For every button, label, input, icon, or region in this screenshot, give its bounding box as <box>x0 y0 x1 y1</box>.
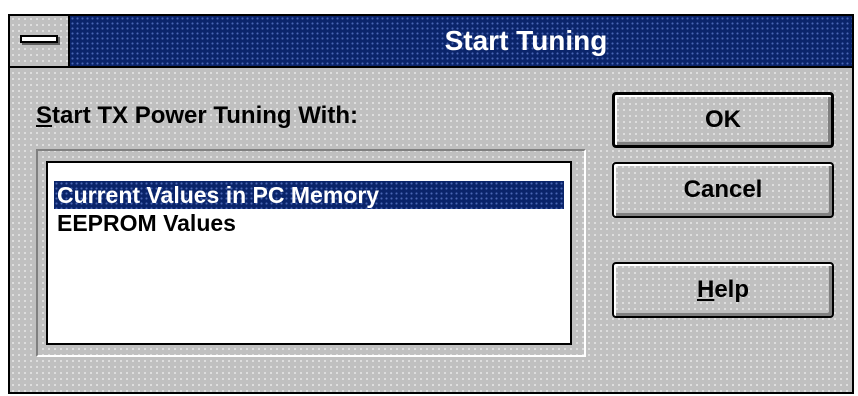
cancel-button[interactable]: Cancel <box>612 162 834 218</box>
tuning-source-label: Start TX Power Tuning With: <box>36 102 358 130</box>
window-title: Start Tuning <box>444 25 608 56</box>
list-item-eeprom-values[interactable]: EEPROM Values <box>54 209 564 237</box>
ok-button[interactable]: OK <box>612 92 834 148</box>
system-menu-button[interactable] <box>10 16 70 66</box>
help-button[interactable]: Help <box>612 262 834 318</box>
label-mnemonic: S <box>36 102 53 129</box>
tuning-source-listbox[interactable]: Current Values in PC Memory EEPROM Value… <box>46 161 572 345</box>
start-tuning-dialog: Start Tuning Start TX Power Tuning With:… <box>8 14 854 394</box>
help-mnemonic: H <box>696 276 715 303</box>
label-text: tart TX Power Tuning With: <box>52 102 358 129</box>
minus-bar-icon <box>20 35 58 43</box>
list-item-current-values[interactable]: Current Values in PC Memory <box>54 181 564 209</box>
title-bar[interactable]: Start Tuning <box>10 16 852 68</box>
help-label: elp <box>714 276 750 303</box>
